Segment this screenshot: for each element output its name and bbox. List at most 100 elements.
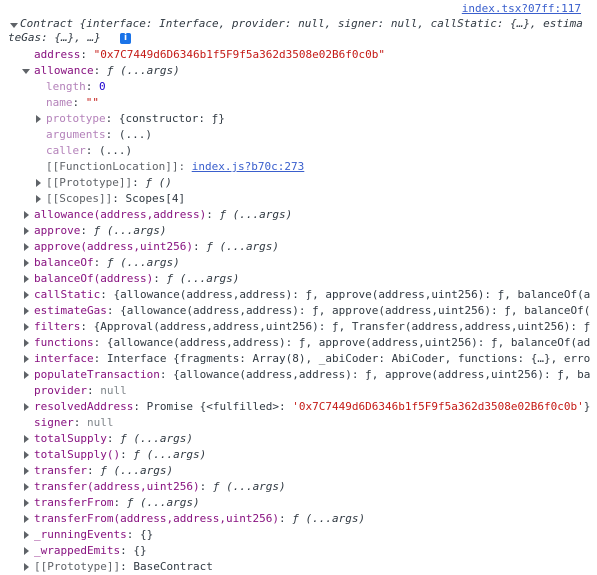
prop-key: approve [34, 224, 81, 237]
allowance-internal-prototype[interactable]: [[Prototype]]: ƒ () [0, 175, 597, 191]
prop-row[interactable]: balanceOf(address): ƒ (...args) [0, 271, 597, 287]
prop-row[interactable]: approve: ƒ (...args) [0, 223, 597, 239]
prop-provider: provider: null [34, 384, 127, 397]
prop-address[interactable]: address: "0x7C7449d6D6346b1f5F9f5a362d35… [0, 47, 597, 63]
collapsed-caret-icon[interactable] [24, 451, 29, 459]
collapsed-caret-icon[interactable] [24, 323, 29, 331]
prop-row[interactable]: transfer(address,uint256): ƒ (...args) [0, 479, 597, 495]
info-icon[interactable]: i [120, 33, 131, 44]
prop-row[interactable]: totalSupply(): ƒ (...args) [0, 447, 597, 463]
collapsed-caret-icon[interactable] [24, 403, 29, 411]
collapsed-caret-icon[interactable] [24, 307, 29, 315]
prop-row[interactable]: callStatic: {allowance(address,address):… [0, 287, 597, 303]
collapsed-caret-icon[interactable] [24, 371, 29, 379]
collapsed-caret-icon[interactable] [24, 259, 29, 267]
prop-value: {Approval(address,address,uint256): ƒ, T… [93, 320, 591, 333]
prop-value: ƒ (...args) [206, 240, 280, 253]
prop-key: balanceOf(address) [34, 272, 154, 285]
prop-key: provider [34, 384, 87, 397]
prop-key: functions [34, 336, 94, 349]
prop-row[interactable]: filters: {Approval(address,address,uint2… [0, 319, 597, 335]
prop-value: ƒ (...args) [292, 512, 366, 525]
collapsed-caret-icon[interactable] [24, 227, 29, 235]
collapsed-caret-icon[interactable] [36, 179, 41, 187]
prop-value: {allowance(address,address): ƒ, approve(… [106, 336, 591, 349]
prop-value: ƒ (...args) [120, 432, 193, 445]
prop-key: _wrappedEmits [34, 544, 121, 557]
collapsed-caret-icon[interactable] [24, 211, 29, 219]
prop-row[interactable]: approve(address,uint256): ƒ (...args) [0, 239, 597, 255]
collapsed-caret-icon[interactable] [24, 243, 29, 251]
prop-row[interactable]: populateTransaction: {allowance(address,… [0, 367, 597, 383]
prop-key: _runningEvents [34, 528, 127, 541]
prop-row[interactable]: _wrappedEmits: {} [0, 543, 597, 559]
prop-value: ƒ (...args) [106, 64, 180, 77]
prop-row[interactable]: transferFrom: ƒ (...args) [0, 495, 597, 511]
collapsed-caret-icon[interactable] [24, 275, 29, 283]
prop-key: signer [34, 416, 74, 429]
collapsed-caret-icon[interactable] [36, 115, 41, 123]
allowance-arguments[interactable]: arguments: (...) [0, 127, 597, 143]
prop-key: resolvedAddress [34, 400, 134, 413]
prop-key: length [46, 80, 86, 93]
prop-row[interactable]: allowance(address,address): ƒ (...args) [0, 207, 597, 223]
collapsed-caret-icon[interactable] [24, 339, 29, 347]
prop-key: transferFrom [34, 496, 114, 509]
prop-key: transfer(address,uint256) [34, 480, 200, 493]
prop-value: {allowance(address,address): ƒ, approve(… [120, 304, 591, 317]
prop-value: ƒ (...args) [166, 272, 240, 285]
collapsed-caret-icon[interactable] [24, 515, 29, 523]
prop-key: callStatic [34, 288, 101, 301]
prop-row[interactable]: _runningEvents: {} [0, 527, 597, 543]
contract-summary-line2: teGas: {…}, …} [8, 31, 101, 44]
prop-value: Scopes[4] [125, 192, 186, 205]
collapsed-caret-icon[interactable] [24, 547, 29, 555]
expanded-caret-icon[interactable] [10, 23, 18, 28]
prop-value: ƒ (...args) [126, 496, 200, 509]
prop-row[interactable]: totalSupply: ƒ (...args) [0, 431, 597, 447]
prop-key: filters [34, 320, 81, 333]
prop-resolved-address[interactable]: resolvedAddress: Promise {<fulfilled>: '… [0, 399, 597, 415]
collapsed-caret-icon[interactable] [24, 483, 29, 491]
expanded-caret-icon[interactable] [22, 69, 30, 74]
prop-row[interactable]: balanceOf: ƒ (...args) [0, 255, 597, 271]
prop-key: [[FunctionLocation]]: [46, 160, 186, 173]
collapsed-caret-icon[interactable] [24, 563, 29, 571]
collapsed-caret-icon[interactable] [24, 499, 29, 507]
prop-allowance[interactable]: allowance: ƒ (...args) [0, 63, 597, 79]
collapsed-caret-icon[interactable] [24, 291, 29, 299]
collapsed-caret-icon[interactable] [24, 467, 29, 475]
collapsed-caret-icon[interactable] [24, 435, 29, 443]
prop-key: estimateGas [34, 304, 107, 317]
prop-value: 0 [99, 80, 106, 93]
prop-value: null [87, 416, 114, 429]
prop-key: caller [46, 144, 86, 157]
contract-header[interactable]: Contract {interface: Interface, provider… [0, 17, 597, 31]
prop-value: {allowance(address,address): ƒ, approve(… [173, 368, 591, 381]
prop-key: totalSupply [34, 432, 107, 445]
prop-value[interactable]: (...) [119, 128, 152, 141]
collapsed-caret-icon[interactable] [36, 195, 41, 203]
source-location-link[interactable]: index.tsx?07ff:117 [462, 2, 581, 15]
prop-key: address [34, 48, 81, 61]
function-location-link[interactable]: index.js?b70c:273 [192, 160, 305, 173]
contract-header-continued: teGas: {…}, …} i [0, 31, 597, 45]
prop-value: ƒ (...args) [219, 208, 293, 221]
prop-row[interactable]: transfer: ƒ (...args) [0, 463, 597, 479]
prop-value-prefix: Promise {<fulfilled>: [146, 400, 293, 413]
collapsed-caret-icon[interactable] [24, 355, 29, 363]
prop-row[interactable]: interface: Interface {fragments: Array(8… [0, 351, 597, 367]
prop-value[interactable]: (...) [99, 144, 132, 157]
allowance-caller[interactable]: caller: (...) [0, 143, 597, 159]
prop-key: transferFrom(address,address,uint256) [34, 512, 280, 525]
prop-row[interactable]: transferFrom(address,address,uint256): ƒ… [0, 511, 597, 527]
allowance-prototype[interactable]: prototype: {constructor: ƒ} [0, 111, 597, 127]
prop-row[interactable]: functions: {allowance(address,address): … [0, 335, 597, 351]
prop-key: [[Prototype]] [34, 560, 121, 573]
prop-key: interface [34, 352, 94, 365]
allowance-scopes[interactable]: [[Scopes]]: Scopes[4] [0, 191, 597, 207]
prop-row[interactable]: estimateGas: {allowance(address,address)… [0, 303, 597, 319]
prop-key: balanceOf [34, 256, 94, 269]
console-object-tree: Contract {interface: Interface, provider… [0, 17, 597, 575]
collapsed-caret-icon[interactable] [24, 531, 29, 539]
